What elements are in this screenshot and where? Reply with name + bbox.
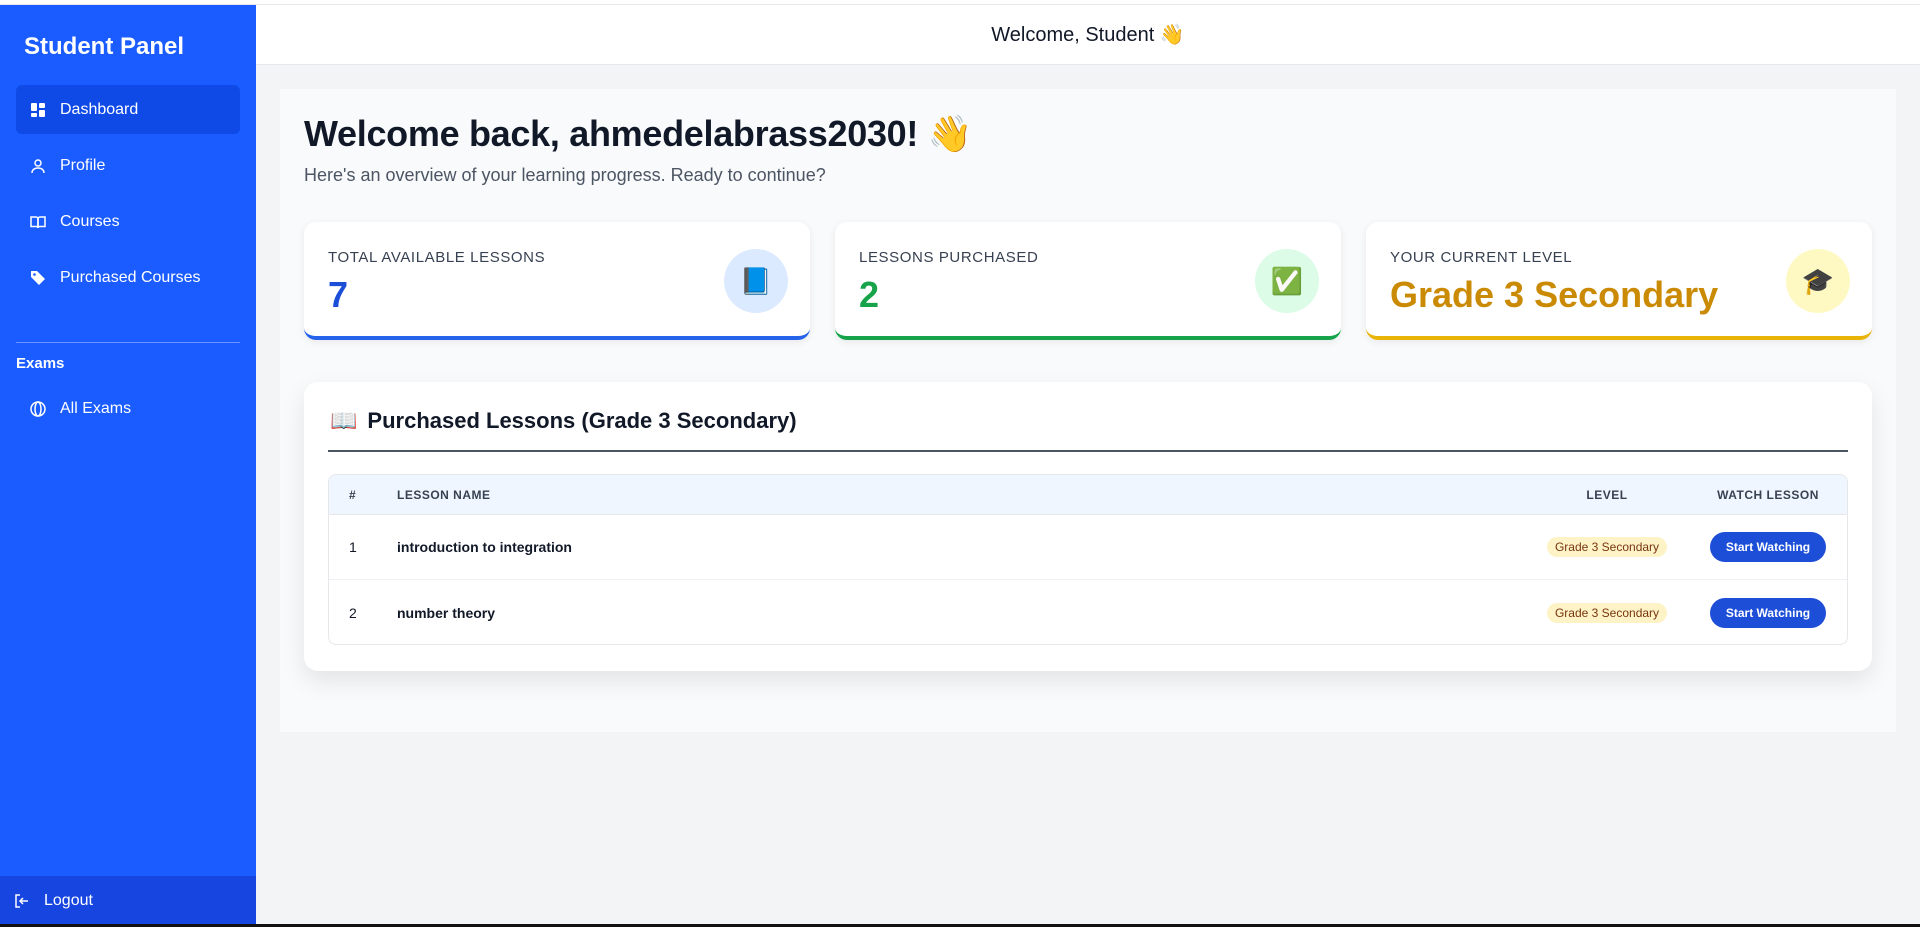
watch-cell: Start Watching	[1689, 532, 1847, 562]
level-cell: Grade 3 Secondary	[1525, 602, 1689, 623]
start-watching-button[interactable]: Start Watching	[1709, 597, 1827, 628]
level-badge: Grade 3 Secondary	[1546, 537, 1668, 557]
table-row: 1 introduction to integration Grade 3 Se…	[329, 515, 1847, 580]
stat-label: TOTAL AVAILABLE LESSONS	[328, 249, 546, 266]
table-row: 2 number theory Grade 3 Secondary Start …	[329, 580, 1847, 644]
stat-value: 2	[859, 274, 880, 315]
sidebar-nav: Dashboard Profile Courses Purchased Cour…	[0, 85, 256, 302]
logout-label: Logout	[44, 891, 93, 909]
stat-value: Grade 3 Secondary	[1390, 274, 1719, 315]
exams-nav: All Exams	[0, 384, 256, 433]
globe-icon	[30, 400, 46, 417]
main-panel: Welcome back, ahmedelabrass2030! 👋 Here'…	[280, 89, 1896, 732]
logout-icon	[14, 893, 30, 909]
column-header-lesson-name: LESSON NAME	[397, 487, 491, 502]
dashboard-icon	[30, 102, 46, 118]
purchased-lessons-card: 📖 Purchased Lessons (Grade 3 Secondary) …	[304, 382, 1872, 671]
book-icon	[30, 214, 46, 230]
purchased-lessons-heading: Purchased Lessons (Grade 3 Secondary)	[367, 408, 797, 433]
sidebar-section-exams: Exams	[16, 355, 65, 372]
sidebar-item-label: Dashboard	[60, 100, 139, 118]
level-cell: Grade 3 Secondary	[1525, 537, 1689, 557]
page-title: Welcome back, ahmedelabrass2030! 👋	[304, 113, 973, 154]
book-icon: 📘	[724, 249, 788, 313]
sidebar-item-dashboard[interactable]: Dashboard	[16, 85, 240, 134]
column-header-number: #	[349, 487, 357, 502]
sidebar-divider	[16, 342, 240, 343]
check-icon: ✅	[1255, 249, 1319, 313]
level-badge: Grade 3 Secondary	[1546, 602, 1668, 623]
sidebar-item-label: Purchased Courses	[60, 268, 201, 286]
logout-button[interactable]: Logout	[0, 876, 256, 925]
top-greeting: Welcome, Student 👋	[991, 24, 1185, 46]
row-number: 2	[349, 604, 357, 621]
sidebar-item-label: Profile	[60, 156, 106, 174]
sidebar-item-profile[interactable]: Profile	[16, 141, 240, 190]
lesson-name: number theory	[397, 604, 496, 621]
sidebar-item-purchased-courses[interactable]: Purchased Courses	[16, 253, 240, 302]
watch-cell: Start Watching	[1689, 597, 1847, 628]
top-bar: Welcome, Student 👋	[256, 5, 1920, 65]
page-subtitle: Here's an overview of your learning prog…	[304, 165, 826, 185]
stat-label: YOUR CURRENT LEVEL	[1390, 249, 1573, 266]
row-number: 1	[349, 539, 357, 555]
stat-card-total-lessons: TOTAL AVAILABLE LESSONS 7 📘	[304, 222, 810, 340]
lessons-table: # LESSON NAME LEVEL WATCH LESSON 1 intro…	[328, 474, 1848, 645]
sidebar: Student Panel Dashboard Profile Courses …	[0, 5, 256, 925]
column-header-level: LEVEL	[1586, 487, 1628, 502]
lesson-name: introduction to integration	[397, 539, 572, 555]
sidebar-item-label: All Exams	[60, 399, 132, 417]
sidebar-item-all-exams[interactable]: All Exams	[16, 384, 240, 433]
tag-icon	[30, 270, 46, 286]
sidebar-item-label: Courses	[60, 212, 120, 230]
column-header-watch-lesson: WATCH LESSON	[1717, 487, 1819, 502]
sidebar-title: Student Panel	[24, 33, 185, 60]
start-watching-button[interactable]: Start Watching	[1709, 532, 1827, 562]
stat-label: LESSONS PURCHASED	[859, 249, 1039, 266]
open-book-icon: 📖	[330, 408, 358, 433]
purchased-lessons-title: 📖 Purchased Lessons (Grade 3 Secondary)	[330, 408, 797, 434]
stat-card-lessons-purchased: LESSONS PURCHASED 2 ✅	[835, 222, 1341, 340]
table-header: # LESSON NAME LEVEL WATCH LESSON	[329, 475, 1847, 515]
stat-card-current-level: YOUR CURRENT LEVEL Grade 3 Secondary 🎓	[1366, 222, 1872, 340]
title-divider	[328, 450, 1848, 452]
user-icon	[30, 158, 46, 174]
graduation-cap-icon: 🎓	[1786, 249, 1850, 313]
sidebar-item-courses[interactable]: Courses	[16, 197, 240, 246]
stat-value: 7	[328, 274, 349, 315]
